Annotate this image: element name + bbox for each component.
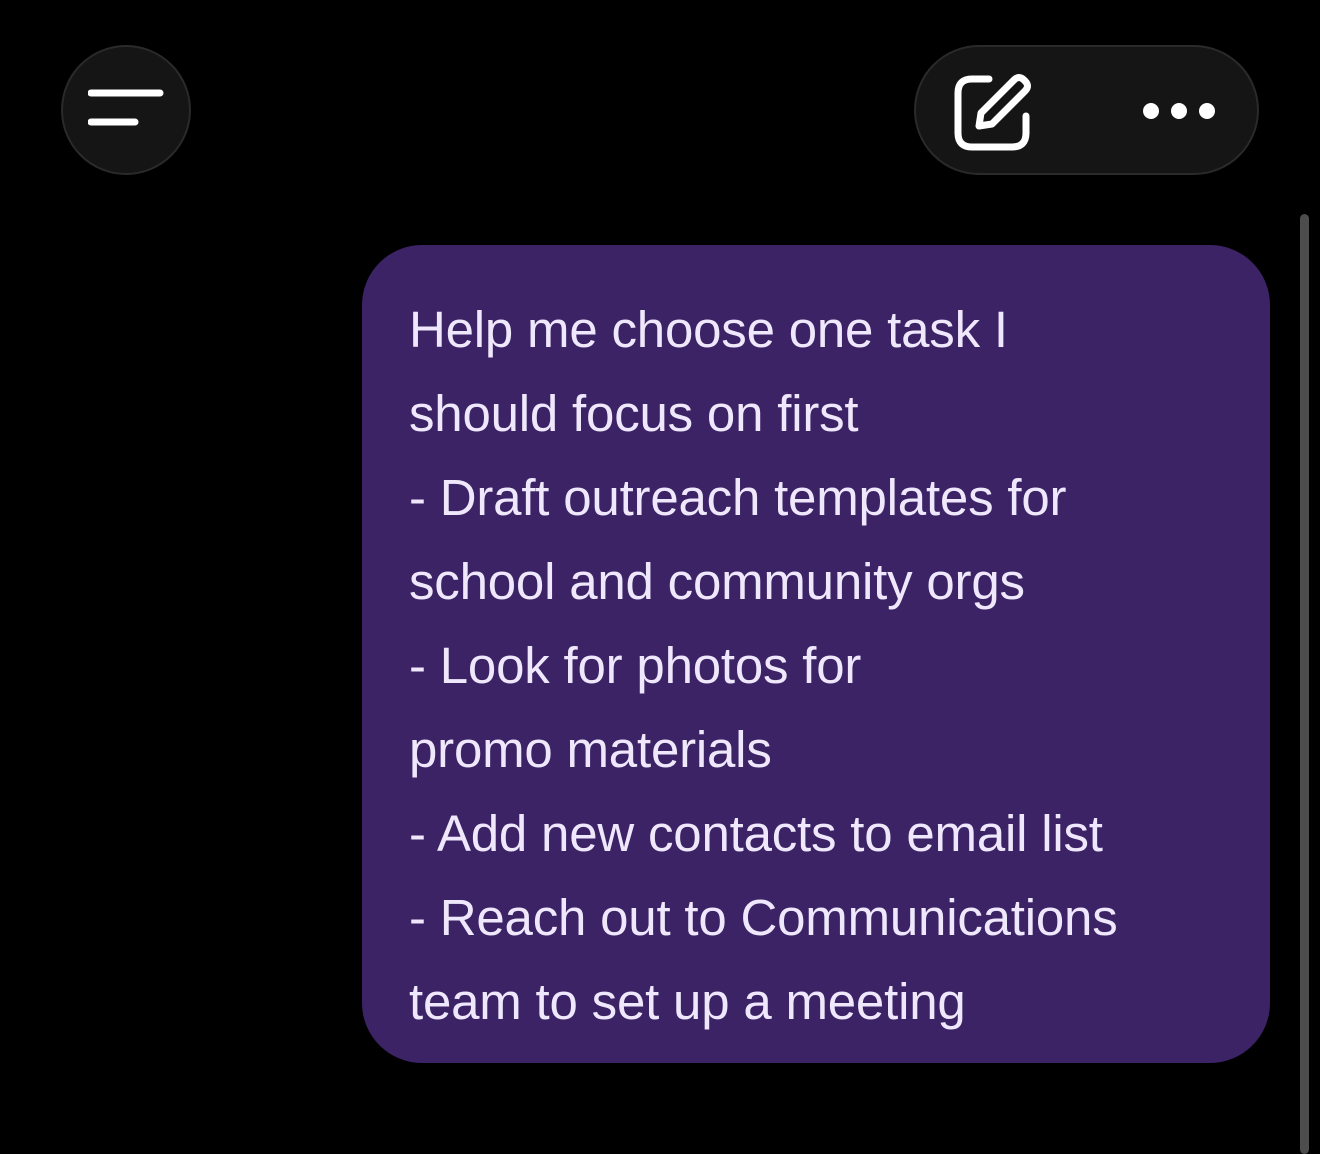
message-line: - Draft outreach templates for [409,469,1067,526]
user-message-bubble: Help me choose one task I should focus o… [362,245,1270,1063]
more-dots-icon [1143,103,1215,119]
more-options-button[interactable] [1134,81,1224,141]
compose-button[interactable] [952,71,1034,153]
message-line: - Reach out to Communications [409,889,1118,946]
compose-edit-icon [954,74,1031,151]
message-line: - Add new contacts to email list [409,805,1103,862]
message-line: team to set up a meeting [409,973,966,1030]
message-line: - Look for photos for [409,637,862,694]
message-line: Help me choose one task I [409,301,1008,358]
top-actions-group [914,45,1259,175]
menu-button[interactable] [61,45,191,175]
menu-lines-icon [88,89,164,126]
message-line: promo materials [409,721,772,778]
message-line: should focus on first [409,385,859,442]
message-line: school and community orgs [409,553,1025,610]
scrollbar[interactable] [1300,214,1309,1154]
